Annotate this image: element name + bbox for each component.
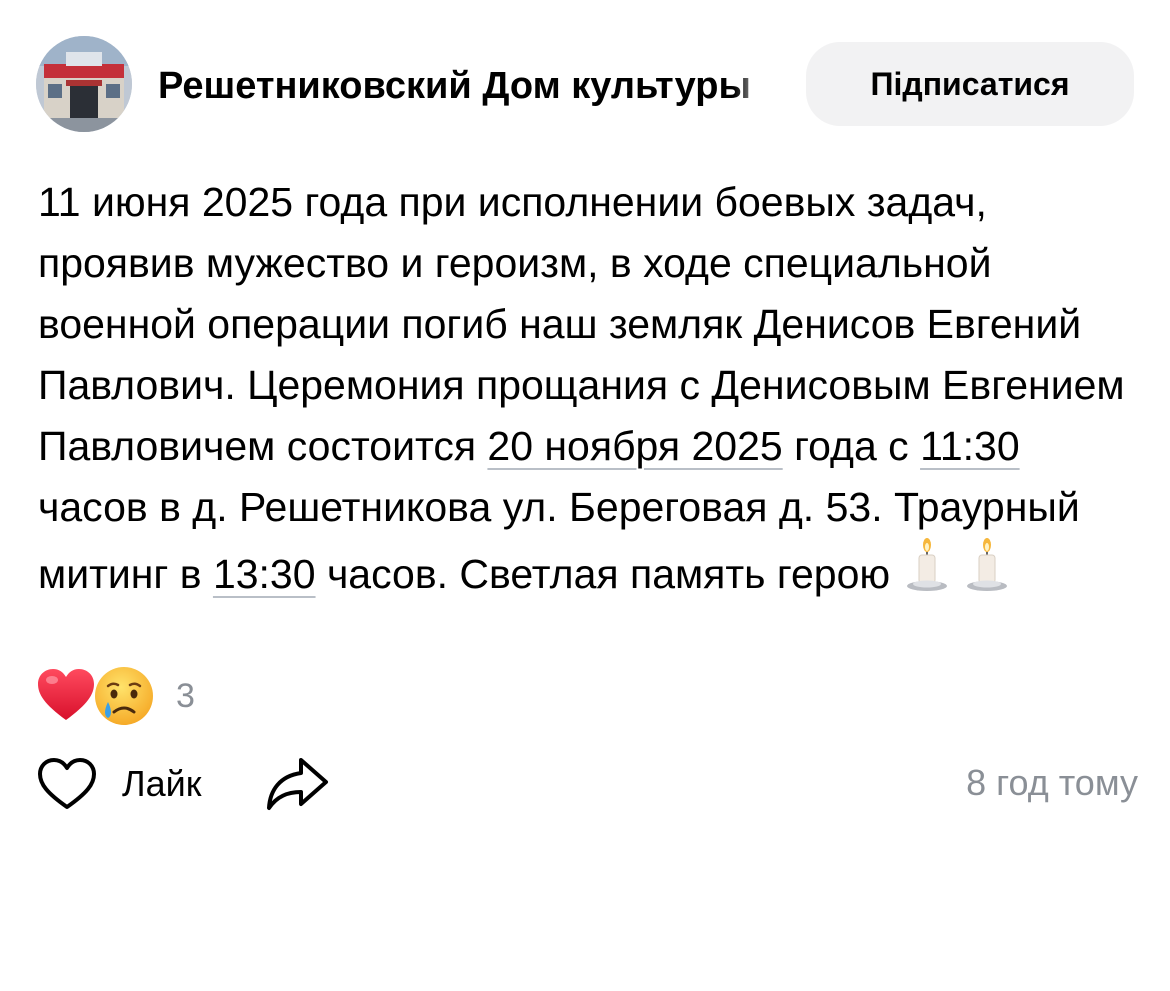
crying-face-icon [95,667,153,725]
like-label: Лайк [122,763,202,804]
reaction-count: 3 [176,677,195,715]
like-button[interactable]: Лайк [36,752,202,816]
author-name-fade [734,58,780,114]
candle-icon [964,538,1010,611]
post-text: 11 июня 2025 года при исполнении боевых … [38,172,1138,611]
post-header: Решетниковский Дом культуры Підписатися [0,0,1170,170]
reactions-summary[interactable]: 3 [34,660,195,732]
building-photo-avatar [36,36,132,132]
share-arrow-icon [267,758,328,810]
date-link[interactable]: 20 ноября 2025 [487,423,782,469]
post-actions: Лайк 8 год тому [0,744,1170,824]
subscribe-button[interactable]: Підписатися [806,42,1134,126]
time-link[interactable]: 13:30 [213,551,316,597]
avatar[interactable] [36,36,132,132]
heart-outline-icon [38,758,96,809]
share-button[interactable] [264,754,330,814]
candle-icon [904,538,950,611]
author-name: Решетниковский Дом культуры [158,65,751,107]
post-text-part: часов. Светлая память герою [315,551,891,597]
author-name-container[interactable]: Решетниковский Дом культуры [158,58,780,114]
time-link[interactable]: 11:30 [920,423,1020,469]
post-timestamp: 8 год тому [966,762,1138,803]
post-text-part: года с [782,423,921,469]
red-heart-icon [38,669,94,720]
